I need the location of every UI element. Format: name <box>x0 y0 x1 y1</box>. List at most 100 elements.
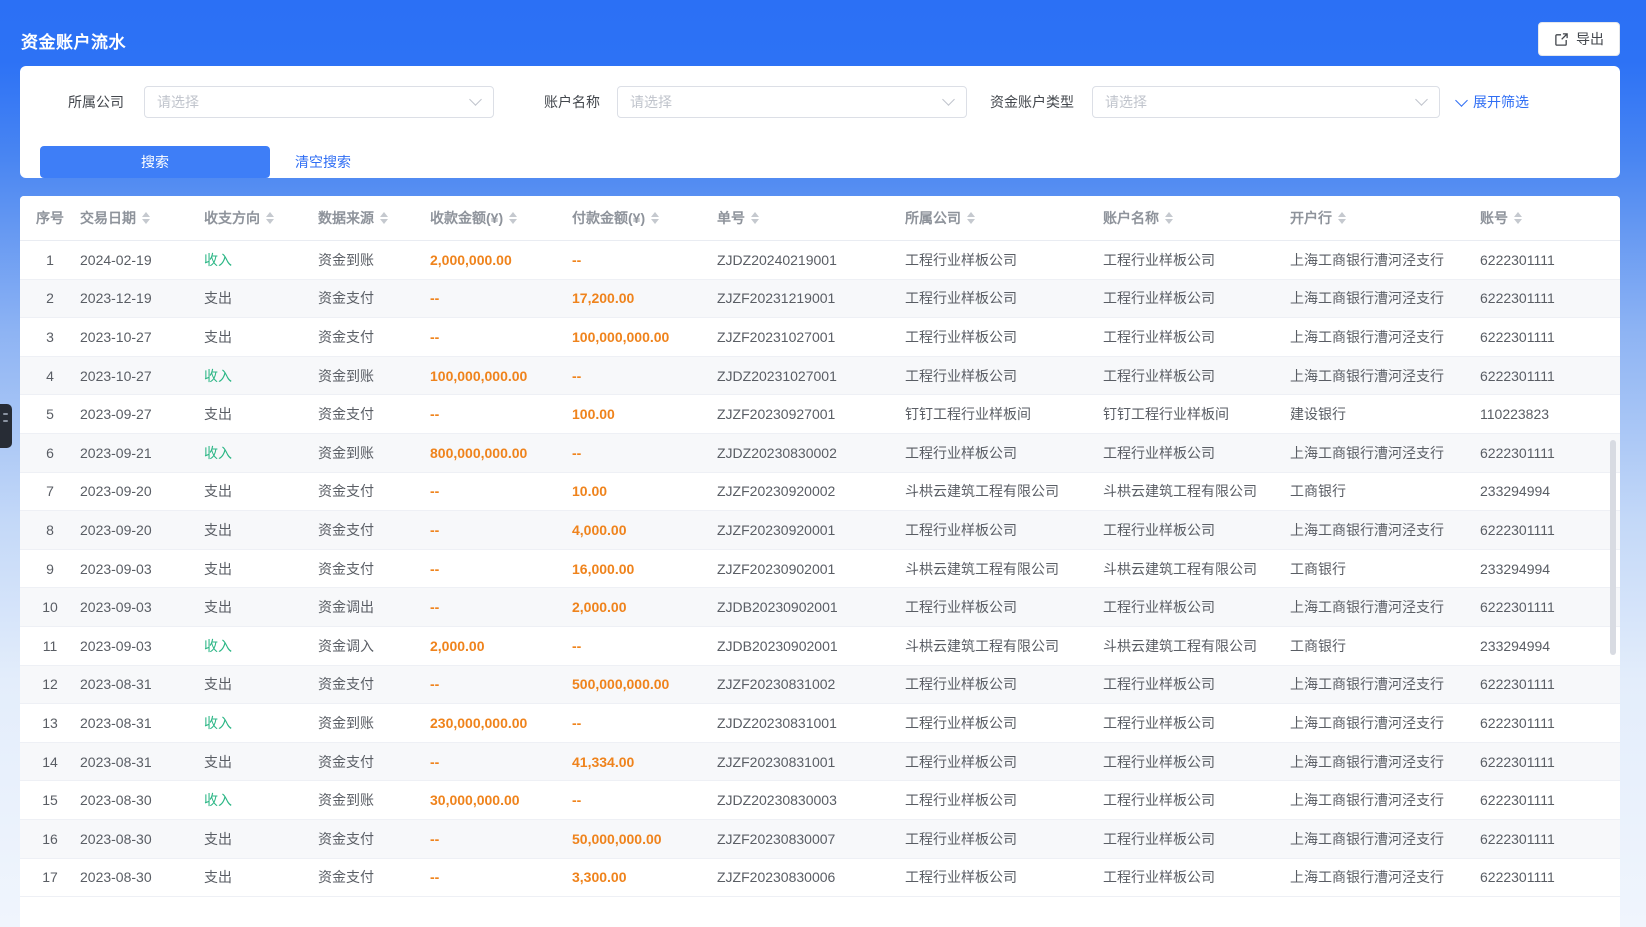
search-button[interactable]: 搜索 <box>40 146 270 178</box>
cell-bank: 上海工商银行漕河泾支行 <box>1290 288 1480 308</box>
table-row: 132023-08-31收入资金到账230,000,000.00--ZJDZ20… <box>20 704 1620 743</box>
cell-source: 资金支付 <box>318 520 430 540</box>
cell-direction: 收入 <box>204 443 318 463</box>
cell-bank: 上海工商银行漕河泾支行 <box>1290 713 1480 733</box>
cell-income: -- <box>430 599 572 615</box>
cell-account_no: 6222301111 <box>1480 522 1620 538</box>
column-header-date[interactable]: 交易日期 <box>80 208 204 228</box>
column-header-source[interactable]: 数据来源 <box>318 208 430 228</box>
sort-carets-icon[interactable] <box>1514 212 1522 224</box>
cell-order_no: ZJDZ20230831001 <box>717 715 905 731</box>
cell-income: -- <box>430 406 572 422</box>
column-header-account_no[interactable]: 账号 <box>1480 208 1620 228</box>
cell-bank: 上海工商银行漕河泾支行 <box>1290 597 1480 617</box>
column-header-bank[interactable]: 开户行 <box>1290 208 1480 228</box>
cell-order_no: ZJZF20230830007 <box>717 831 905 847</box>
export-button[interactable]: 导出 <box>1538 22 1620 56</box>
cell-income: -- <box>430 676 572 692</box>
cell-account_name: 钉钉工程行业样板间 <box>1103 404 1290 424</box>
column-header-order_no[interactable]: 单号 <box>717 208 905 228</box>
cell-income: -- <box>430 831 572 847</box>
cell-income: -- <box>430 754 572 770</box>
cell-account_name: 工程行业样板公司 <box>1103 829 1290 849</box>
cell-bank: 上海工商银行漕河泾支行 <box>1290 674 1480 694</box>
cell-direction: 收入 <box>204 366 318 386</box>
chevron-down-icon <box>1455 94 1468 107</box>
cell-direction: 支出 <box>204 829 318 849</box>
cell-source: 资金到账 <box>318 443 430 463</box>
clear-search-link[interactable]: 清空搜索 <box>295 152 351 172</box>
cell-source: 资金调出 <box>318 597 430 617</box>
sort-carets-icon[interactable] <box>380 212 388 224</box>
cell-direction: 支出 <box>204 674 318 694</box>
cell-bank: 上海工商银行漕河泾支行 <box>1290 520 1480 540</box>
cell-expense: 4,000.00 <box>572 522 717 538</box>
cell-direction: 支出 <box>204 481 318 501</box>
company-select[interactable]: 请选择 <box>144 86 494 118</box>
cell-account_name: 工程行业样板公司 <box>1103 250 1290 270</box>
cell-account_name: 工程行业样板公司 <box>1103 713 1290 733</box>
cell-direction: 支出 <box>204 559 318 579</box>
cell-order_no: ZJZF20230902001 <box>717 561 905 577</box>
sort-carets-icon[interactable] <box>651 212 659 224</box>
fund-type-select[interactable]: 请选择 <box>1092 86 1440 118</box>
cell-income: -- <box>430 522 572 538</box>
sort-carets-icon[interactable] <box>142 212 150 224</box>
account-select[interactable]: 请选择 <box>617 86 967 118</box>
side-drawer-handle[interactable] <box>0 404 12 448</box>
cell-income: -- <box>430 290 572 306</box>
table-header-row: 序号交易日期收支方向数据来源收款金额(¥)付款金额(¥)单号所属公司账户名称开户… <box>20 196 1620 241</box>
cell-index: 11 <box>20 638 80 654</box>
cell-order_no: ZJZF20230831001 <box>717 754 905 770</box>
cell-expense: -- <box>572 445 717 461</box>
cell-direction: 支出 <box>204 867 318 887</box>
expand-filters-link[interactable]: 展开筛选 <box>1457 92 1529 112</box>
cell-account_name: 工程行业样板公司 <box>1103 867 1290 887</box>
sort-carets-icon[interactable] <box>1165 212 1173 224</box>
sort-carets-icon[interactable] <box>509 212 517 224</box>
column-header-company[interactable]: 所属公司 <box>905 208 1103 228</box>
cell-account_no: 6222301111 <box>1480 715 1620 731</box>
cell-company: 工程行业样板公司 <box>905 327 1103 347</box>
sort-carets-icon[interactable] <box>1338 212 1346 224</box>
column-header-expense[interactable]: 付款金额(¥) <box>572 208 717 228</box>
sort-carets-icon[interactable] <box>967 212 975 224</box>
cell-income: 230,000,000.00 <box>430 715 572 731</box>
cell-account_name: 工程行业样板公司 <box>1103 520 1290 540</box>
cell-direction: 支出 <box>204 327 318 347</box>
fund-type-select-placeholder: 请选择 <box>1105 92 1147 112</box>
table-row: 12024-02-19收入资金到账2,000,000.00--ZJDZ20240… <box>20 241 1620 280</box>
cell-company: 斗栱云建筑工程有限公司 <box>905 636 1103 656</box>
sort-carets-icon[interactable] <box>751 212 759 224</box>
cell-order_no: ZJZF20230831002 <box>717 676 905 692</box>
sort-carets-icon[interactable] <box>266 212 274 224</box>
chevron-down-icon <box>469 93 482 106</box>
cell-company: 工程行业样板公司 <box>905 829 1103 849</box>
vertical-scrollbar-thumb[interactable] <box>1610 440 1616 655</box>
cell-company: 工程行业样板公司 <box>905 366 1103 386</box>
cell-index: 13 <box>20 715 80 731</box>
page: 资金账户流水 导出 所属公司 请选择 账户名称 请选择 <box>0 0 1646 927</box>
cell-expense: 17,200.00 <box>572 290 717 306</box>
cell-source: 资金支付 <box>318 674 430 694</box>
cell-company: 工程行业样板公司 <box>905 288 1103 308</box>
cell-date: 2023-09-20 <box>80 522 204 538</box>
cell-direction: 支出 <box>204 752 318 772</box>
column-header-direction[interactable]: 收支方向 <box>204 208 318 228</box>
cell-bank: 上海工商银行漕河泾支行 <box>1290 327 1480 347</box>
column-header-income[interactable]: 收款金额(¥) <box>430 208 572 228</box>
cell-expense: 2,000.00 <box>572 599 717 615</box>
export-button-label: 导出 <box>1576 29 1604 49</box>
table-row: 22023-12-19支出资金支付--17,200.00ZJZF20231219… <box>20 280 1620 319</box>
column-header-account_name[interactable]: 账户名称 <box>1103 208 1290 228</box>
cell-expense: 10.00 <box>572 483 717 499</box>
cell-income: 100,000,000.00 <box>430 368 572 384</box>
column-header-label: 交易日期 <box>80 208 136 228</box>
cell-direction: 支出 <box>204 520 318 540</box>
table-row: 142023-08-31支出资金支付--41,334.00ZJZF2023083… <box>20 743 1620 782</box>
cell-expense: 500,000,000.00 <box>572 676 717 692</box>
cell-index: 9 <box>20 561 80 577</box>
cell-bank: 上海工商银行漕河泾支行 <box>1290 443 1480 463</box>
cell-order_no: ZJZF20230830006 <box>717 869 905 885</box>
cell-order_no: ZJDZ20240219001 <box>717 252 905 268</box>
